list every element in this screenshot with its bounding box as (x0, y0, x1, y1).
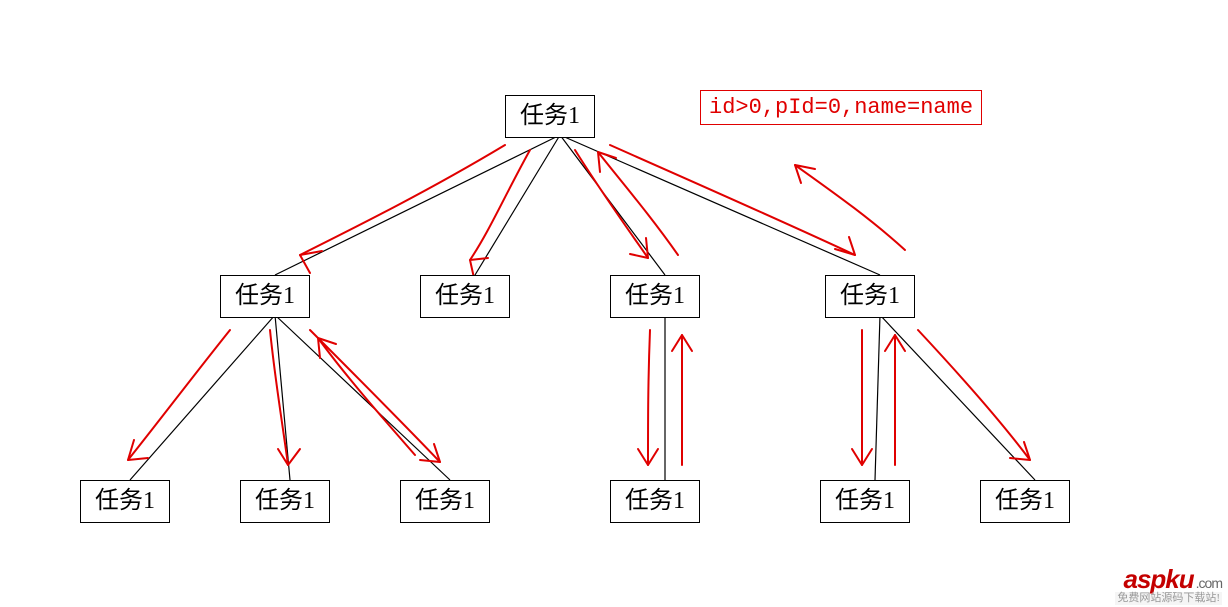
node-l3b: 任务1 (240, 480, 330, 523)
node-l3c: 任务1 (400, 480, 490, 523)
node-label: 任务1 (235, 283, 295, 309)
node-l2b: 任务1 (420, 275, 510, 318)
node-l2a: 任务1 (220, 275, 310, 318)
node-root: 任务1 (505, 95, 595, 138)
node-label: 任务1 (835, 488, 895, 514)
node-l2c: 任务1 (610, 275, 700, 318)
annotation-formula: id>0,pId=0,name=name (700, 90, 982, 125)
watermark-brand-text: aspku (1124, 564, 1194, 594)
node-l3f: 任务1 (980, 480, 1070, 523)
watermark-tagline: 免费网站源码下载站! (1115, 592, 1222, 605)
node-label: 任务1 (255, 488, 315, 514)
node-l2d: 任务1 (825, 275, 915, 318)
watermark-suffix: .com (1196, 575, 1222, 591)
node-l3e: 任务1 (820, 480, 910, 523)
node-label: 任务1 (520, 103, 580, 129)
node-label: 任务1 (995, 488, 1055, 514)
watermark-brand: aspku.com (1115, 566, 1222, 592)
node-label: 任务1 (625, 488, 685, 514)
annotation-text: id>0,pId=0,name=name (709, 95, 973, 120)
node-l3d: 任务1 (610, 480, 700, 523)
node-label: 任务1 (435, 283, 495, 309)
node-label: 任务1 (840, 283, 900, 309)
node-l3a: 任务1 (80, 480, 170, 523)
node-label: 任务1 (95, 488, 155, 514)
node-label: 任务1 (415, 488, 475, 514)
watermark: aspku.com 免费网站源码下载站! (1115, 566, 1222, 605)
node-label: 任务1 (625, 283, 685, 309)
